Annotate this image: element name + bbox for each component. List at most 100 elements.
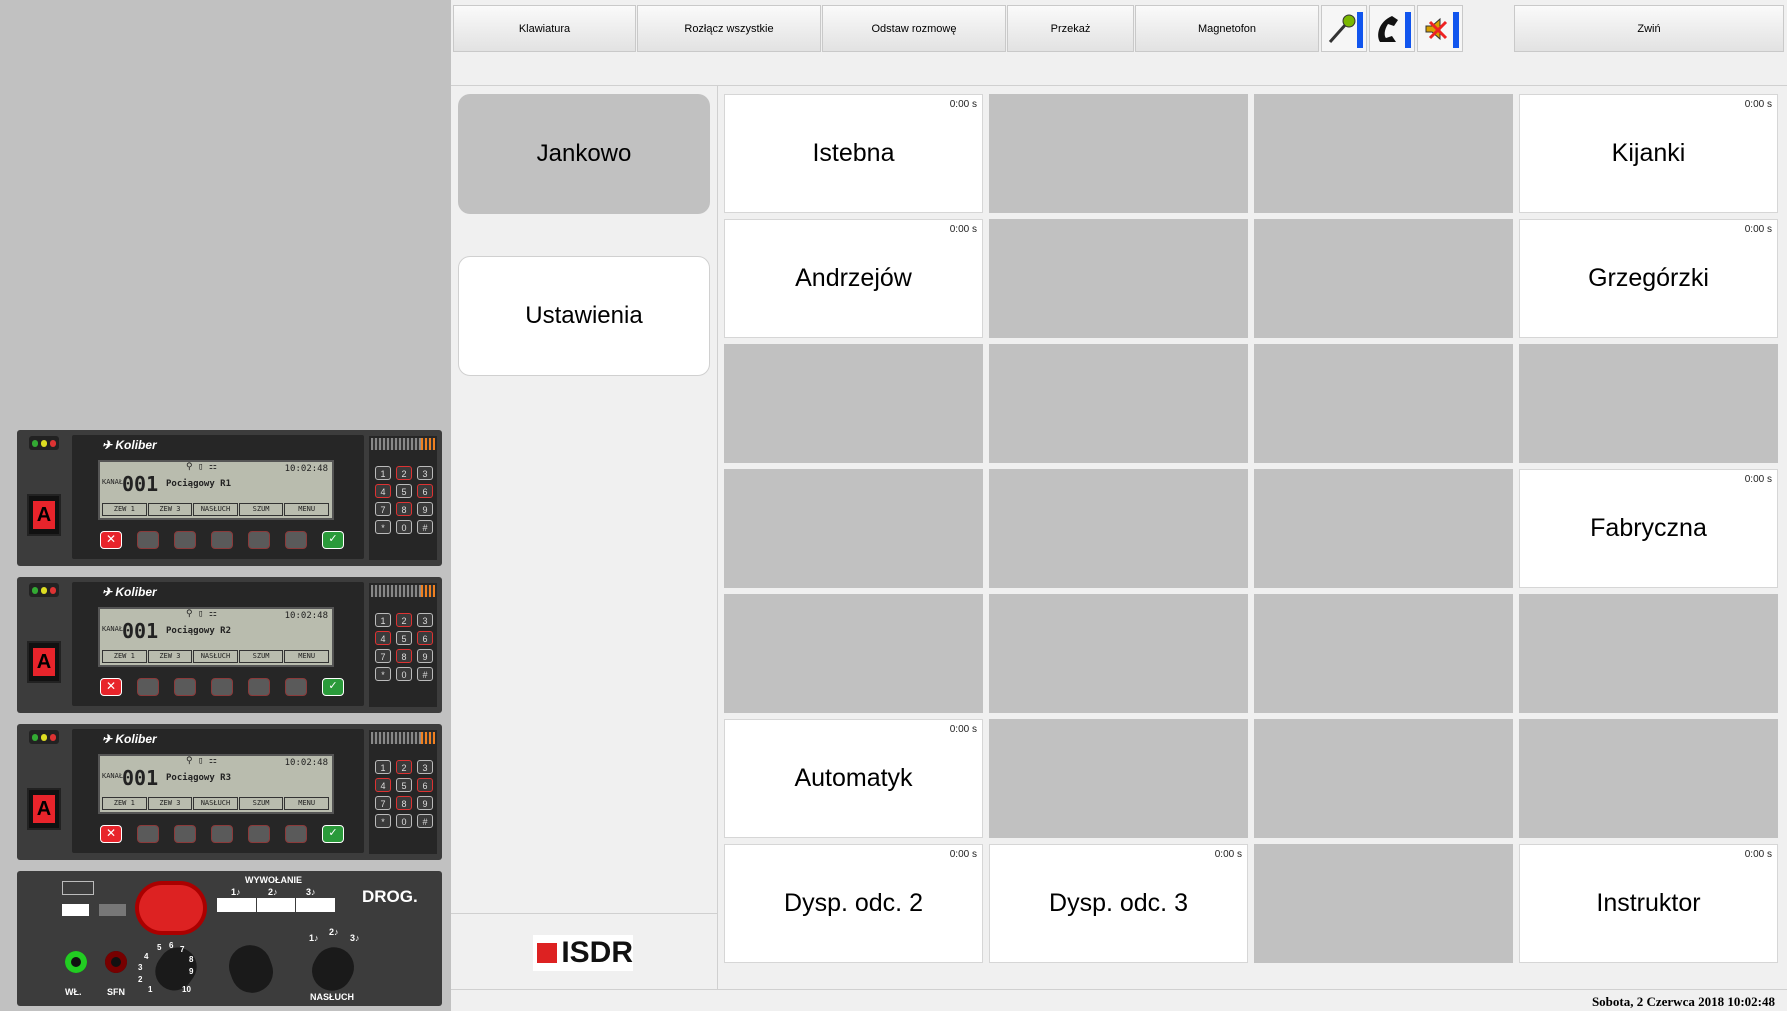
keypad-key[interactable]: 2 [396, 613, 412, 627]
handset-button[interactable] [1369, 5, 1415, 52]
channel-knob[interactable] [139, 885, 203, 931]
keypad-key[interactable]: 8 [396, 796, 412, 810]
keypad-key[interactable]: 9 [417, 649, 433, 663]
keypad-key[interactable]: 5 [396, 778, 412, 792]
keypad-key[interactable]: 0 [396, 814, 412, 828]
keypad-key[interactable]: 4 [375, 631, 391, 645]
function-key[interactable] [137, 531, 159, 549]
keypad-key[interactable]: 3 [417, 760, 433, 774]
keypad-key[interactable]: 6 [417, 631, 433, 645]
settings-button[interactable]: Ustawienia [458, 256, 710, 376]
function-key[interactable] [248, 531, 270, 549]
call-tone-2-button[interactable] [257, 898, 297, 912]
empty-cell[interactable] [1254, 344, 1513, 463]
contact-cell[interactable]: 0:00 s Istebna [724, 94, 983, 213]
hold-call-button[interactable]: Odstaw rozmowę [822, 5, 1006, 52]
function-key[interactable] [211, 825, 233, 843]
recorder-button[interactable]: Magnetofon [1135, 5, 1319, 52]
keypad-key[interactable]: 4 [375, 778, 391, 792]
keypad-key[interactable]: 8 [396, 502, 412, 516]
function-key[interactable] [137, 678, 159, 696]
empty-cell[interactable] [1519, 719, 1778, 838]
call-tone-3-button[interactable] [296, 898, 335, 912]
keypad-key[interactable]: 0 [396, 667, 412, 681]
contact-cell[interactable]: 0:00 s Instruktor [1519, 844, 1778, 963]
keypad-key[interactable]: 6 [417, 484, 433, 498]
empty-cell[interactable] [1519, 344, 1778, 463]
function-key[interactable] [285, 531, 307, 549]
accept-key[interactable]: ✓ [322, 825, 344, 843]
empty-cell[interactable] [1254, 719, 1513, 838]
keypad-key[interactable]: 6 [417, 778, 433, 792]
alarm-button[interactable]: A [27, 494, 61, 536]
function-key[interactable] [137, 825, 159, 843]
keypad-key[interactable]: * [375, 520, 391, 534]
keypad-key[interactable]: 2 [396, 760, 412, 774]
empty-cell[interactable] [1254, 844, 1513, 963]
empty-cell[interactable] [724, 469, 983, 588]
function-key[interactable] [248, 678, 270, 696]
empty-cell[interactable] [989, 719, 1248, 838]
keypad-key[interactable]: 9 [417, 796, 433, 810]
function-key[interactable] [211, 531, 233, 549]
accept-key[interactable]: ✓ [322, 678, 344, 696]
keypad-key[interactable]: 8 [396, 649, 412, 663]
accept-key[interactable]: ✓ [322, 531, 344, 549]
empty-cell[interactable] [1254, 594, 1513, 713]
keypad-key[interactable]: # [417, 520, 433, 534]
contact-cell[interactable]: 0:00 s Automatyk [724, 719, 983, 838]
empty-cell[interactable] [1254, 94, 1513, 213]
function-key[interactable] [248, 825, 270, 843]
contact-cell[interactable]: 0:00 s Dysp. odc. 2 [724, 844, 983, 963]
empty-cell[interactable] [989, 344, 1248, 463]
contact-cell[interactable]: 0:00 s Andrzejów [724, 219, 983, 338]
keypad-key[interactable]: 7 [375, 649, 391, 663]
empty-cell[interactable] [989, 219, 1248, 338]
keypad-key[interactable]: # [417, 667, 433, 681]
function-key[interactable] [174, 678, 196, 696]
function-key[interactable] [285, 825, 307, 843]
empty-cell[interactable] [1254, 219, 1513, 338]
contact-cell[interactable]: 0:00 s Fabryczna [1519, 469, 1778, 588]
contact-cell[interactable]: 0:00 s Dysp. odc. 3 [989, 844, 1248, 963]
function-key[interactable] [174, 825, 196, 843]
alarm-button[interactable]: A [27, 788, 61, 830]
listen-knob[interactable] [304, 939, 362, 999]
alarm-button[interactable]: A [27, 641, 61, 683]
microphone-button[interactable] [1321, 5, 1367, 52]
keypad-key[interactable]: * [375, 814, 391, 828]
keypad-key[interactable]: 7 [375, 502, 391, 516]
keypad-key[interactable]: 4 [375, 484, 391, 498]
empty-cell[interactable] [989, 469, 1248, 588]
keypad-key[interactable]: 1 [375, 760, 391, 774]
contact-cell[interactable]: 0:00 s Kijanki [1519, 94, 1778, 213]
station-button[interactable]: Jankowo [458, 94, 710, 214]
empty-cell[interactable] [724, 344, 983, 463]
function-key[interactable] [211, 678, 233, 696]
keypad-key[interactable]: 0 [396, 520, 412, 534]
keypad-key[interactable]: 3 [417, 613, 433, 627]
speaker-button[interactable] [1417, 5, 1463, 52]
keypad-key[interactable]: 5 [396, 484, 412, 498]
reject-key[interactable]: ✕ [100, 531, 122, 549]
keypad-key[interactable]: 3 [417, 466, 433, 480]
empty-cell[interactable] [989, 94, 1248, 213]
keypad-key[interactable]: 5 [396, 631, 412, 645]
reject-key[interactable]: ✕ [100, 825, 122, 843]
collapse-button[interactable]: Zwiń [1514, 5, 1784, 52]
volume-knob[interactable] [223, 939, 279, 999]
function-key[interactable] [174, 531, 196, 549]
function-key[interactable] [285, 678, 307, 696]
contact-cell[interactable]: 0:00 s Grzegórzki [1519, 219, 1778, 338]
empty-cell[interactable] [724, 594, 983, 713]
keypad-key[interactable]: # [417, 814, 433, 828]
keypad-key[interactable]: 1 [375, 613, 391, 627]
transfer-button[interactable]: Przekaż [1007, 5, 1134, 52]
keypad-key[interactable]: 9 [417, 502, 433, 516]
keypad-key[interactable]: 2 [396, 466, 412, 480]
empty-cell[interactable] [1254, 469, 1513, 588]
keypad-key[interactable]: * [375, 667, 391, 681]
reject-key[interactable]: ✕ [100, 678, 122, 696]
keyboard-button[interactable]: Klawiatura [453, 5, 636, 52]
keypad-key[interactable]: 1 [375, 466, 391, 480]
